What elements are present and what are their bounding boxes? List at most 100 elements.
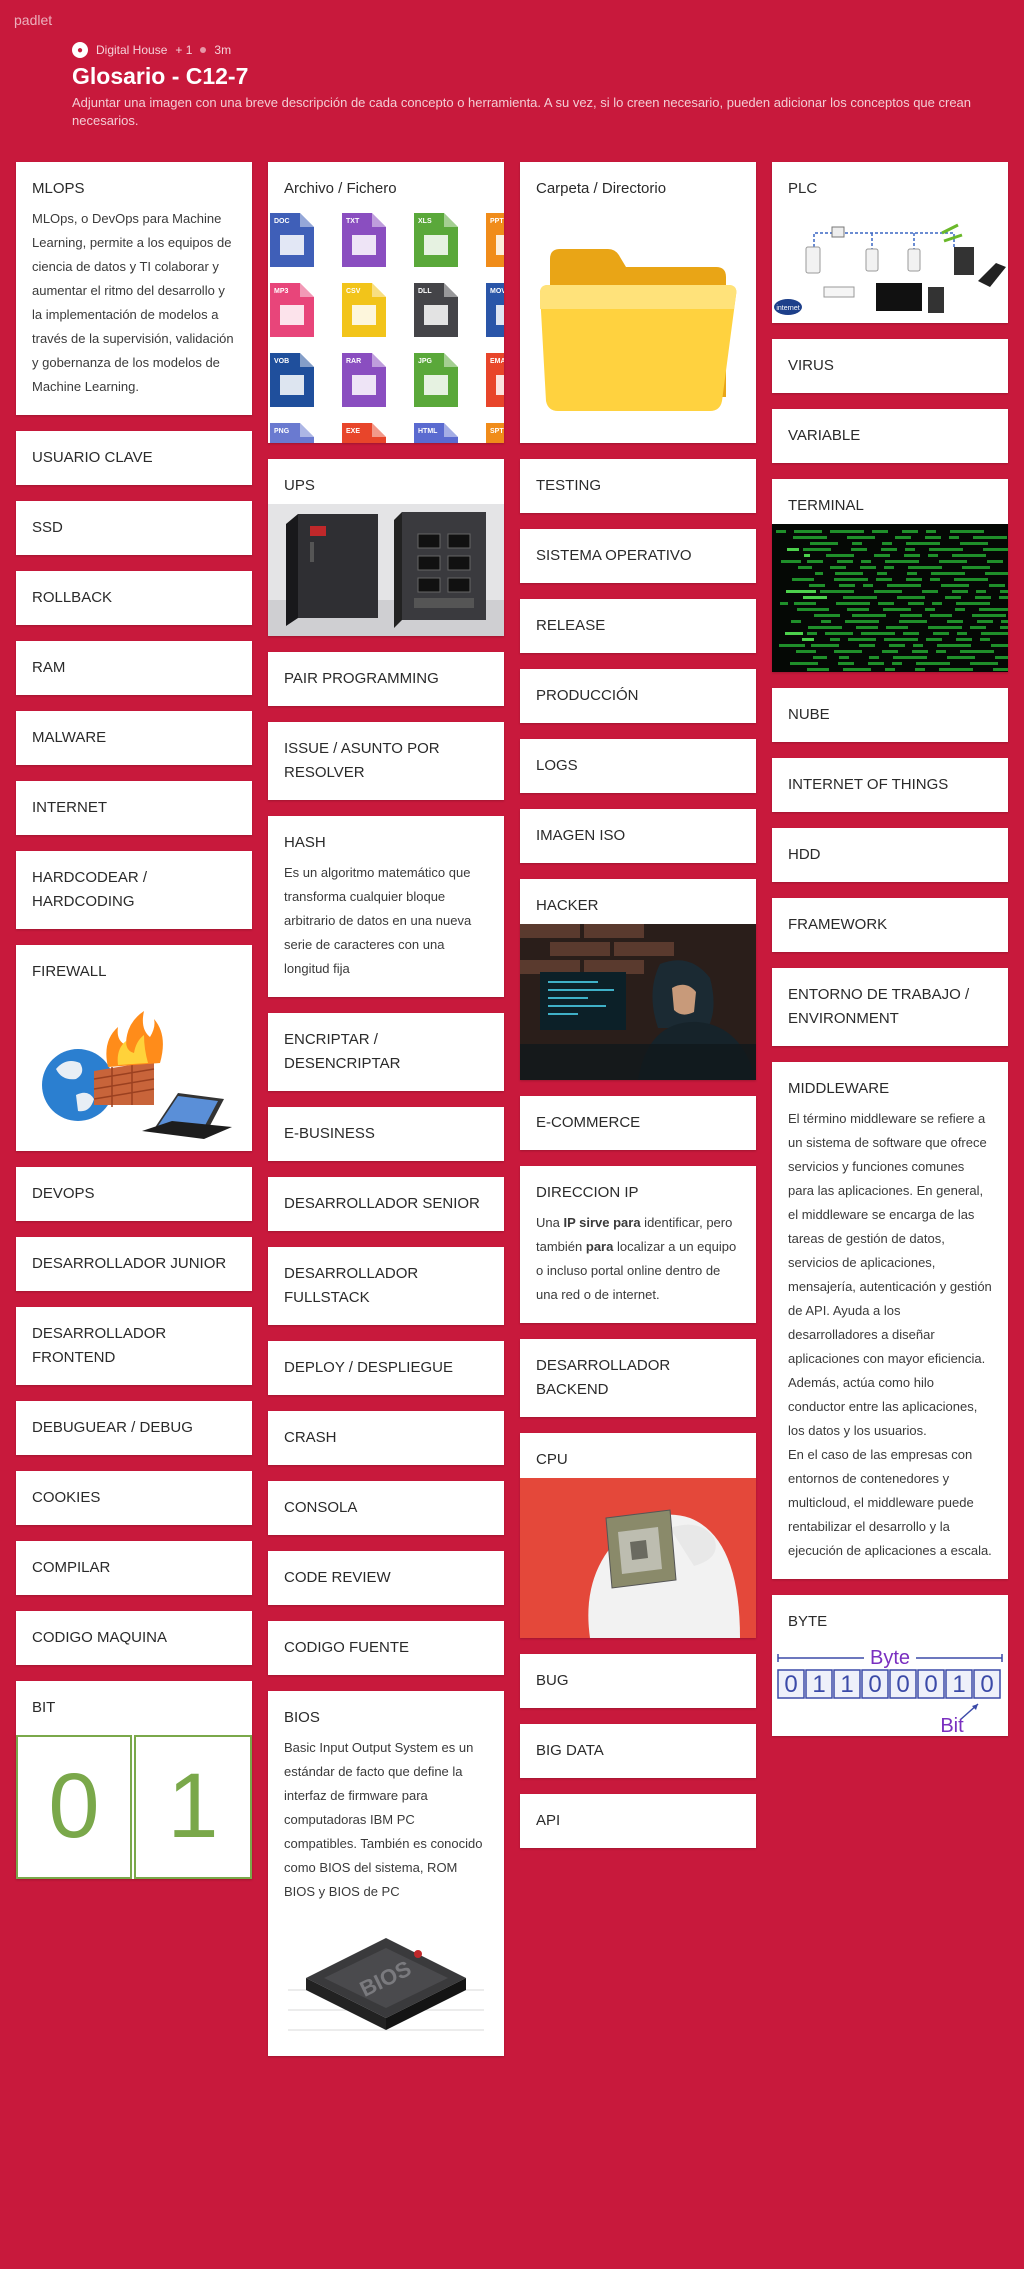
folder-image[interactable]: [520, 207, 756, 443]
hacker-image[interactable]: [520, 924, 756, 1080]
terminal-text-line: [803, 548, 831, 551]
post-card[interactable]: BIT 0 1: [16, 1681, 252, 1879]
file-type-icon: XLS: [414, 213, 458, 267]
terminal-text-line: [874, 590, 902, 593]
padlet-header: ● Digital House + 1 3m Glosario - C12-7 …: [72, 42, 974, 130]
post-card[interactable]: USUARIO CLAVE: [16, 431, 252, 485]
post-card[interactable]: ROLLBACK: [16, 571, 252, 625]
post-card[interactable]: RELEASE: [520, 599, 756, 653]
post-card[interactable]: VARIABLE: [772, 409, 1008, 463]
file-type-icon: HTML: [414, 423, 458, 443]
post-card[interactable]: COOKIES: [16, 1471, 252, 1525]
post-card[interactable]: MIDDLEWARE El término middleware se refi…: [772, 1062, 1008, 1579]
post-card[interactable]: INTERNET OF THINGS: [772, 758, 1008, 812]
post-title: BIOS: [284, 1709, 320, 1726]
post-card[interactable]: VIRUS: [772, 339, 1008, 393]
post-card[interactable]: TERMINAL: [772, 479, 1008, 672]
post-card[interactable]: CRASH: [268, 1411, 504, 1465]
post-card[interactable]: RAM: [16, 641, 252, 695]
terminal-text-line: [993, 668, 1008, 671]
file-type-icon: DLL: [414, 283, 458, 337]
post-card[interactable]: HACKER: [520, 879, 756, 1080]
post-card[interactable]: HDD: [772, 828, 1008, 882]
post-card[interactable]: SSD: [16, 501, 252, 555]
post-card[interactable]: SISTEMA OPERATIVO: [520, 529, 756, 583]
post-title: CPU: [536, 1451, 568, 1468]
post-card[interactable]: BIOS Basic Input Output System es un est…: [268, 1691, 504, 2056]
post-card[interactable]: UPS: [268, 459, 504, 636]
post-card[interactable]: CPU: [520, 1433, 756, 1638]
firewall-image[interactable]: [16, 999, 252, 1151]
terminal-text-line: [906, 542, 940, 545]
author-name[interactable]: Digital House: [96, 43, 167, 57]
post-card[interactable]: MLOPS MLOps, o DevOps para Machine Learn…: [16, 162, 252, 415]
post-card[interactable]: COMPILAR: [16, 1541, 252, 1595]
post-title: Archivo / Fichero: [284, 180, 397, 197]
cpu-image[interactable]: [520, 1478, 756, 1638]
plc-image[interactable]: internet: [772, 203, 1008, 323]
post-card[interactable]: INTERNET: [16, 781, 252, 835]
post-card[interactable]: BYTE Byte 01100010 Bit: [772, 1595, 1008, 1736]
post-card[interactable]: BUG: [520, 1654, 756, 1708]
post-card[interactable]: CODE REVIEW: [268, 1551, 504, 1605]
post-title: CODIGO MAQUINA: [32, 1629, 168, 1646]
terminal-text-line: [848, 638, 876, 641]
terminal-text-line: [991, 644, 1008, 647]
post-card[interactable]: ENTORNO DE TRABAJO / ENVIRONMENT: [772, 968, 1008, 1046]
post-card[interactable]: ISSUE / ASUNTO POR RESOLVER: [268, 722, 504, 800]
bios-chip-image[interactable]: BIOS: [268, 1920, 504, 2056]
terminal-text-line: [861, 632, 895, 635]
post-card[interactable]: DESARROLLADOR SENIOR: [268, 1177, 504, 1231]
post-card[interactable]: MALWARE: [16, 711, 252, 765]
terminal-text-line: [839, 656, 849, 659]
post-card[interactable]: Carpeta / Directorio: [520, 162, 756, 443]
post-card[interactable]: NUBE: [772, 688, 1008, 742]
terminal-text-line: [779, 644, 805, 647]
terminal-image[interactable]: [772, 524, 1008, 672]
padlet-logo[interactable]: padlet: [14, 12, 52, 28]
post-card[interactable]: CONSOLA: [268, 1481, 504, 1535]
bit-image[interactable]: 0 1: [16, 1735, 252, 1879]
post-card[interactable]: LOGS: [520, 739, 756, 793]
terminal-text-line: [803, 596, 827, 599]
post-card[interactable]: TESTING: [520, 459, 756, 513]
terminal-text-line: [863, 584, 873, 587]
post-card[interactable]: BIG DATA: [520, 1724, 756, 1778]
ups-image[interactable]: [268, 504, 504, 636]
file-types-image[interactable]: DOC TXT XLS PPT MP3 CSV DLL MOV VOB RAR JPG EMA PNG E…: [268, 207, 504, 443]
post-card[interactable]: DEVOPS: [16, 1167, 252, 1221]
post-title: HARDCODEAR / HARDCODING: [32, 869, 148, 910]
terminal-text-line: [877, 572, 887, 575]
post-card[interactable]: DIRECCION IP Una IP sirve para identific…: [520, 1166, 756, 1323]
post-title: ENTORNO DE TRABAJO / ENVIRONMENT: [788, 986, 970, 1027]
post-card[interactable]: PAIR PROGRAMMING: [268, 652, 504, 706]
svg-text:JPG: JPG: [418, 358, 433, 365]
post-card[interactable]: Archivo / Fichero DOC TXT XLS PPT MP3 CSV DLL M…: [268, 162, 504, 443]
post-card[interactable]: HARDCODEAR / HARDCODING: [16, 851, 252, 929]
post-card[interactable]: DESARROLLADOR BACKEND: [520, 1339, 756, 1417]
post-card[interactable]: DEPLOY / DESPLIEGUE: [268, 1341, 504, 1395]
post-card[interactable]: DEBUGUEAR / DEBUG: [16, 1401, 252, 1455]
byte-label: Byte: [870, 1647, 910, 1669]
post-card[interactable]: CODIGO MAQUINA: [16, 1611, 252, 1665]
author-avatar[interactable]: ●: [72, 42, 88, 58]
post-card[interactable]: E-COMMERCE: [520, 1096, 756, 1150]
post-card[interactable]: DESARROLLADOR FULLSTACK: [268, 1247, 504, 1325]
terminal-text-line: [886, 626, 908, 629]
svg-text:MP3: MP3: [274, 288, 289, 295]
post-card[interactable]: DESARROLLADOR FRONTEND: [16, 1307, 252, 1385]
post-card[interactable]: API: [520, 1794, 756, 1848]
post-card[interactable]: FIREWALL: [16, 945, 252, 1151]
post-card[interactable]: IMAGEN ISO: [520, 809, 756, 863]
post-card[interactable]: PRODUCCIÓN: [520, 669, 756, 723]
byte-image[interactable]: Byte 01100010 Bit: [772, 1636, 1008, 1736]
post-card[interactable]: CODIGO FUENTE: [268, 1621, 504, 1675]
post-card[interactable]: E-BUSINESS: [268, 1107, 504, 1161]
terminal-text-line: [999, 596, 1008, 599]
post-card[interactable]: DESARROLLADOR JUNIOR: [16, 1237, 252, 1291]
post-card[interactable]: ENCRIPTAR / DESENCRIPTAR: [268, 1013, 504, 1091]
post-card[interactable]: PLC internet: [772, 162, 1008, 323]
page-description: Adjuntar una imagen con una breve descri…: [72, 95, 972, 128]
post-card[interactable]: FRAMEWORK: [772, 898, 1008, 952]
post-card[interactable]: HASH Es un algoritmo matemático que tran…: [268, 816, 504, 997]
